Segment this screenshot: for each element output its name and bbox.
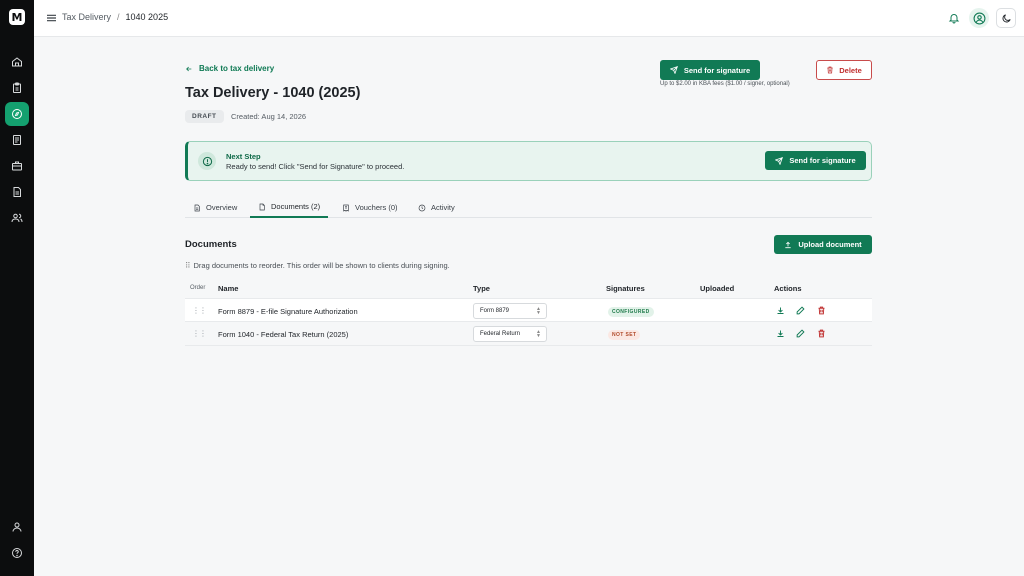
upload-icon — [785, 241, 791, 248]
col-uploaded: Uploaded — [700, 284, 735, 293]
file-icon — [259, 203, 265, 210]
arrow-left-icon — [186, 66, 192, 71]
home-icon — [12, 57, 22, 67]
briefcase-icon — [12, 161, 22, 171]
breadcrumb-parent[interactable]: Tax Delivery — [62, 12, 111, 22]
tab-bar: Overview Documents (2) Vouchers (0) Acti… — [185, 197, 872, 218]
table-row[interactable]: ⋮⋮ Form 1040 - Federal Tax Return (2025)… — [185, 322, 872, 346]
trash-icon[interactable] — [817, 306, 826, 315]
documents-title: Documents — [185, 239, 237, 250]
col-order: Order — [190, 285, 206, 291]
select-caret-icon: ▲ ▼ — [536, 329, 541, 339]
user-circle-icon — [973, 12, 985, 24]
nav-clipboard[interactable] — [5, 76, 29, 100]
app-logo[interactable]: M — [9, 9, 25, 25]
trash-icon — [827, 66, 833, 74]
file-icon — [13, 187, 21, 197]
breadcrumb: Tax Delivery / 1040 2025 — [62, 12, 168, 22]
tab-documents[interactable]: Documents (2) — [250, 197, 329, 218]
signature-status-badge: CONFIGURED — [608, 307, 654, 317]
menu-icon[interactable] — [47, 13, 56, 23]
nav-profile[interactable] — [5, 515, 29, 539]
banner-icon-wrap — [198, 152, 216, 170]
top-bar: Tax Delivery / 1040 2025 — [34, 0, 1024, 37]
banner-send-label: Send for signature — [789, 156, 856, 165]
clock-icon — [418, 204, 426, 211]
breadcrumb-separator: / — [117, 12, 120, 22]
nav-users[interactable] — [5, 206, 29, 230]
delete-button[interactable]: Delete — [816, 60, 872, 80]
send-label: Send for signature — [683, 65, 751, 75]
tab-overview[interactable]: Overview — [185, 197, 245, 218]
drag-hint-icon: ⠿ — [185, 261, 191, 270]
theme-toggle-button[interactable] — [996, 8, 1016, 28]
alert-circle-icon — [202, 156, 212, 166]
drag-hint: ⠿ Drag documents to reorder. This order … — [185, 261, 450, 270]
tab-label: Documents (2) — [271, 202, 321, 211]
moon-icon — [1002, 13, 1011, 22]
user-menu-button[interactable] — [969, 8, 989, 28]
nav-home[interactable] — [5, 50, 29, 74]
send-for-signature-button[interactable]: Send for signature — [660, 60, 760, 80]
download-icon[interactable] — [776, 306, 785, 315]
download-icon[interactable] — [776, 329, 785, 338]
clipboard-icon — [13, 82, 21, 93]
receipt-icon — [343, 204, 349, 212]
banner-title: Next Step — [226, 152, 261, 161]
trash-icon[interactable] — [817, 329, 826, 338]
col-actions: Actions — [774, 284, 802, 293]
edit-icon[interactable] — [796, 306, 805, 315]
nav-document[interactable] — [5, 128, 29, 152]
upload-label: Upload document — [798, 240, 862, 249]
drag-handle-icon[interactable]: ⋮⋮ — [192, 306, 207, 315]
tab-label: Vouchers (0) — [355, 203, 398, 212]
col-signatures: Signatures — [606, 284, 645, 293]
send-icon — [775, 156, 784, 165]
type-select[interactable]: Federal Return ▲ ▼ — [473, 326, 547, 342]
nav-help[interactable] — [5, 541, 29, 565]
compass-icon — [12, 109, 22, 119]
tab-label: Activity — [431, 203, 455, 212]
user-icon — [12, 522, 22, 532]
document-name: Form 1040 - Federal Tax Return (2025) — [218, 330, 349, 339]
upload-document-button[interactable]: Upload document — [774, 235, 872, 254]
delete-label: Delete — [839, 65, 862, 75]
file-text-icon — [194, 204, 200, 211]
help-icon — [12, 548, 22, 558]
type-select-value: Federal Return — [480, 331, 521, 337]
kba-fee-note: Up to $2.00 in KBA fees ($1.00 / signer,… — [660, 81, 790, 87]
back-link[interactable]: Back to tax delivery — [185, 64, 274, 73]
next-step-banner: Next Step Ready to send! Click "Send for… — [185, 141, 872, 181]
select-caret-icon: ▲ ▼ — [536, 306, 541, 316]
col-name: Name — [218, 284, 239, 293]
users-icon — [11, 213, 23, 223]
document-icon — [13, 135, 21, 145]
sidebar: M — [0, 0, 34, 576]
nav-briefcase[interactable] — [5, 154, 29, 178]
col-type: Type — [473, 284, 490, 293]
nav-file[interactable] — [5, 180, 29, 204]
nav-compass[interactable] — [5, 102, 29, 126]
bell-icon[interactable] — [948, 12, 960, 24]
page-title: Tax Delivery - 1040 (2025) — [185, 85, 361, 101]
type-select[interactable]: Form 8879 ▲ ▼ — [473, 303, 547, 319]
breadcrumb-current: 1040 2025 — [125, 12, 169, 22]
banner-text: Ready to send! Click "Send for Signature… — [226, 162, 405, 171]
edit-icon[interactable] — [796, 329, 805, 338]
tab-activity[interactable]: Activity — [410, 197, 463, 218]
drag-handle-icon[interactable]: ⋮⋮ — [192, 329, 207, 338]
drag-hint-text: Drag documents to reorder. This order wi… — [193, 261, 450, 270]
back-link-label: Back to tax delivery — [199, 64, 275, 73]
created-date: Created: Aug 14, 2026 — [231, 112, 307, 121]
table-row[interactable]: ⋮⋮ Form 8879 - E-file Signature Authoriz… — [185, 298, 872, 322]
document-name: Form 8879 - E-file Signature Authorizati… — [218, 307, 358, 316]
signature-status-badge: NOT SET — [608, 330, 641, 340]
banner-send-button[interactable]: Send for signature — [765, 151, 866, 170]
status-badge: DRAFT — [185, 110, 224, 123]
logo-text: M — [11, 10, 23, 24]
send-icon — [669, 66, 678, 74]
type-select-value: Form 8879 — [480, 308, 510, 314]
tab-label: Overview — [206, 203, 238, 212]
tab-vouchers[interactable]: Vouchers (0) — [334, 197, 406, 218]
